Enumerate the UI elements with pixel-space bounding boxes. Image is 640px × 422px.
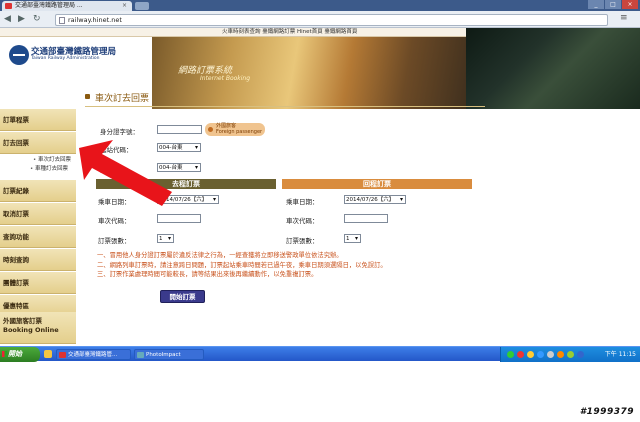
browser-menu-icon[interactable]: ≡ — [620, 13, 628, 23]
foreign-btn-en: Foreign passenger — [216, 129, 263, 135]
tray-icon[interactable] — [537, 351, 544, 358]
taskbar-item-browser[interactable]: 交通部臺灣鐵路管... — [56, 349, 131, 360]
tab-close-icon[interactable]: × — [122, 1, 127, 11]
top-link-bar: 火車時刻表查詢 臺鐵網路訂票 Hinet首頁 臺鐵網路首頁 — [0, 28, 466, 37]
system-tray: 下午 11:15 — [500, 347, 640, 362]
url-text: railway.hinet.net — [68, 16, 122, 24]
sidebar-item-round-trip[interactable]: 訂去回票 — [0, 132, 76, 154]
go-train-label: 車次代碼： — [98, 217, 131, 225]
sidebar-item-query[interactable]: 查詢功能 — [0, 226, 76, 248]
sidebar: 訂單程票 訂去回票 車次訂去回票 車種訂去回票 訂票紀錄 取消訂票 查詢功能 時… — [0, 109, 78, 346]
sidebar-item-single-ticket[interactable]: 訂單程票 — [0, 109, 76, 131]
photoimpact-app-icon — [137, 352, 144, 358]
tray-icon[interactable] — [507, 351, 514, 358]
section-divider — [85, 106, 485, 107]
from-station-select[interactable]: 004-台東 — [157, 143, 201, 152]
reload-icon[interactable]: ↻ — [33, 14, 41, 25]
note-line: 一、冒用他人身分證訂票屬於違反法律之行為，一經查獲將立即移送警政單位依法究辦。 — [97, 252, 343, 259]
minimize-button[interactable]: _ — [588, 0, 604, 9]
org-name-en: Taiwan Railway Administration — [31, 56, 100, 61]
foreign-label-zh: 外國旅客訂票 — [3, 317, 42, 325]
sidebar-item-group[interactable]: 團體訂票 — [0, 272, 76, 294]
section-title: 車次訂去回票 — [95, 94, 150, 104]
ret-date-select[interactable]: 2014/07/26【六】 — [344, 195, 406, 204]
return-header: 回程訂票 — [282, 179, 472, 189]
ret-train-input[interactable] — [344, 214, 388, 223]
id-label: 身分證字號： — [100, 128, 139, 136]
go-date-select[interactable]: 2014/07/26【六】 — [157, 195, 219, 204]
banner-subtitle: Internet Booking — [200, 75, 251, 82]
browser-toolbar: ◀ ▶ ↻ railway.hinet.net ☆ ≡ — [0, 11, 640, 28]
to-station-select[interactable]: 004-台東 — [157, 163, 201, 172]
to-label: 到站代碼： — [100, 166, 133, 174]
forward-icon[interactable]: ▶ — [18, 14, 25, 25]
back-icon[interactable]: ◀ — [4, 14, 11, 25]
submenu-item-train-round-trip[interactable]: 車次訂去回票 — [33, 157, 71, 164]
notes: 一、冒用他人身分證訂票屬於違反法律之行為，一經查獲將立即移送警政單位依法究辦。 … — [97, 251, 387, 280]
window-close-button[interactable]: × — [622, 0, 638, 9]
browser-tab[interactable]: 交通部臺灣鐵路管理局 ... × — [2, 1, 132, 11]
maximize-button[interactable]: □ — [605, 0, 621, 9]
note-line: 三、訂票作業處理時間可能較長，請等結果出來後再繼續動作，以免重複訂票。 — [97, 271, 318, 278]
submenu-item-type-round-trip[interactable]: 車種訂去回票 — [30, 166, 68, 173]
start-booking-button[interactable]: 開始訂票 — [160, 290, 205, 303]
new-tab-button[interactable] — [135, 2, 149, 10]
tra-logo-icon — [9, 45, 29, 65]
web-page: 火車時刻表查詢 臺鐵網路訂票 Hinet首頁 臺鐵網路首頁 交通部臺灣鐵路管理局… — [0, 28, 640, 346]
page-icon — [59, 17, 65, 24]
browser-app-icon — [59, 352, 66, 358]
tray-icon[interactable] — [517, 351, 524, 358]
foreign-passenger-button[interactable]: 外國旅客 Foreign passenger — [205, 123, 265, 136]
taskbar: 開始 交通部臺灣鐵路管... PhotoImpact 下午 11:15 — [0, 346, 640, 362]
tab-title: 交通部臺灣鐵路管理局 ... — [15, 2, 83, 9]
browser-tab-strip: 交通部臺灣鐵路管理局 ... × _ □ × — [0, 0, 640, 11]
quicklaunch-icon[interactable] — [44, 350, 52, 358]
taskbar-item-photoimpact[interactable]: PhotoImpact — [134, 349, 204, 360]
tray-icon[interactable] — [557, 351, 564, 358]
start-button[interactable]: 開始 — [0, 347, 40, 362]
go-qty-select[interactable]: 1 — [157, 234, 174, 243]
sidebar-item-foreign[interactable]: 外國旅客訂票 Booking Online — [0, 312, 76, 344]
tray-icon[interactable] — [567, 351, 574, 358]
sidebar-item-timetable[interactable]: 時刻查詢 — [0, 249, 76, 271]
banner-photo — [466, 28, 640, 109]
go-qty-label: 訂票張數： — [98, 237, 131, 245]
watermark: #1999379 — [579, 407, 634, 417]
ret-date-label: 乘車日期： — [286, 198, 319, 206]
id-input[interactable] — [157, 125, 202, 134]
tray-icon[interactable] — [527, 351, 534, 358]
top-links[interactable]: 火車時刻表查詢 臺鐵網路訂票 Hinet首頁 臺鐵網路首頁 — [222, 28, 357, 37]
foreign-icon — [208, 127, 213, 132]
tray-icon[interactable] — [547, 351, 554, 358]
window-controls: _ □ × — [588, 0, 638, 10]
section-bullet-icon — [85, 94, 90, 99]
ret-qty-label: 訂票張數： — [286, 237, 319, 245]
ret-train-label: 車次代碼： — [286, 217, 319, 225]
outbound-header: 去程訂票 — [96, 179, 276, 189]
ret-qty-select[interactable]: 1 — [344, 234, 361, 243]
go-date-label: 乘車日期： — [98, 198, 131, 206]
tray-icon[interactable] — [577, 351, 584, 358]
favicon-icon — [5, 3, 12, 9]
go-train-input[interactable] — [157, 214, 201, 223]
clock[interactable]: 下午 11:15 — [605, 347, 636, 362]
windows-logo-icon — [2, 351, 7, 357]
foreign-label-en: Booking Online — [3, 326, 59, 334]
start-label: 開始 — [8, 350, 22, 358]
address-bar[interactable]: railway.hinet.net ☆ — [55, 14, 608, 26]
note-line: 二、網路列車訂票時，請注意跨日問題，訂票起站乘車時間若已過午夜，乘車日期須選隔日… — [97, 261, 387, 269]
task-label: 交通部臺灣鐵路管... — [68, 352, 118, 358]
task-label: PhotoImpact — [146, 352, 181, 358]
from-label: 起站代碼： — [100, 146, 133, 154]
sidebar-item-cancel[interactable]: 取消訂票 — [0, 203, 76, 225]
sidebar-item-booking-record[interactable]: 訂票紀錄 — [0, 180, 76, 202]
screen: 交通部臺灣鐵路管理局 ... × _ □ × ◀ ▶ ↻ railway.hin… — [0, 0, 640, 368]
